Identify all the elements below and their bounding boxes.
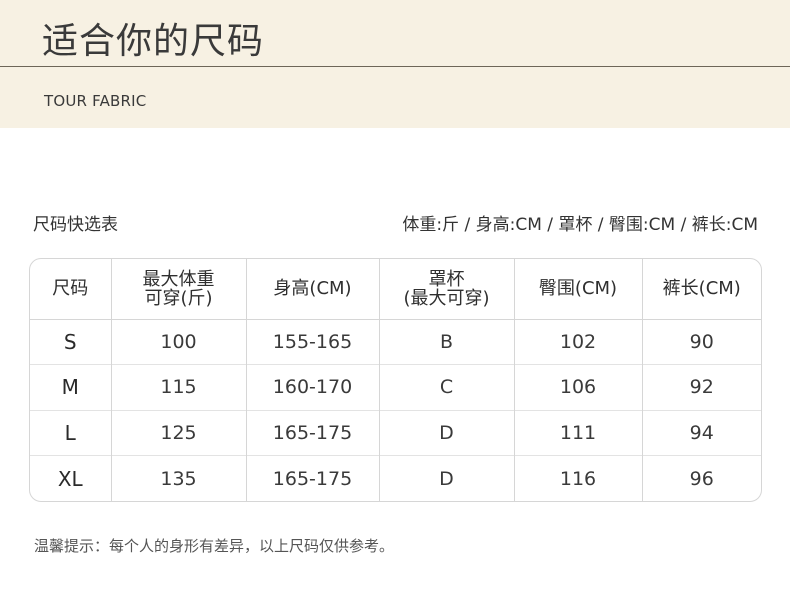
size-note: 温馨提示：每个人的身形有差异，以上尺码仅供参考。 [34,537,395,555]
header-length: 裤长(CM) [641,259,761,320]
cell-size: S [63,329,77,354]
cell-height: 165-175 [245,409,379,456]
header-hip: 臀围(CM) [513,259,642,320]
cell-hip: 116 [513,455,642,501]
size-table: 尺码 最大体重 可穿(斤) 身高(CM) 罩杯 (最大可穿) 臀围(CM) 裤长… [29,258,762,502]
cell-hip: 102 [513,319,642,365]
table-row: L 125 165-175 D 111 94 [30,409,761,456]
cell-cup: D [378,409,514,456]
header-divider [0,66,790,67]
header-weight-line1: 最大体重 [142,268,215,290]
brand-label: TOUR FABRIC [44,92,147,110]
cell-length: 90 [641,319,761,365]
cell-hip: 106 [513,364,642,410]
cell-weight: 125 [110,409,246,456]
cell-length: 96 [641,455,761,501]
table-row: XL 135 165-175 D 116 96 [30,455,761,501]
cell-weight: 115 [110,364,246,410]
table-row: S 100 155-165 B 102 90 [30,319,761,365]
cell-cup: D [378,455,514,501]
header-cup-line2: (最大可穿) [403,287,490,309]
cell-cup: B [378,319,514,365]
header-weight-line2: 可穿(斤) [144,287,213,309]
header-cup: 罩杯 (最大可穿) [378,259,514,320]
cell-hip: 111 [513,409,642,456]
cell-height: 160-170 [245,364,379,410]
cell-size: M [30,364,111,410]
cell-weight: 100 [110,319,246,365]
page-title: 适合你的尺码 [42,21,265,62]
cell-height: 155-165 [245,319,379,365]
quick-table-title: 尺码快选表 [33,215,118,235]
cell-length: 92 [641,364,761,410]
unit-legend: 体重:斤 / 身高:CM / 罩杯 / 臀围:CM / 裤长:CM [402,215,758,235]
header-height: 身高(CM) [245,259,379,320]
cell-weight: 135 [110,455,246,501]
cell-height: 165-175 [245,455,379,501]
cell-size: XL [30,455,111,501]
cell-cup: C [378,364,514,410]
table-row: M 115 160-170 C 106 92 [30,364,761,410]
header-size: 尺码 [30,259,111,320]
cell-size: L [30,409,111,456]
cell-length: 94 [641,409,761,456]
table-header-row: 尺码 最大体重 可穿(斤) 身高(CM) 罩杯 (最大可穿) 臀围(CM) 裤长… [30,259,761,320]
header-cup-line1: 罩杯 [428,268,465,290]
header-weight: 最大体重 可穿(斤) [110,259,246,320]
